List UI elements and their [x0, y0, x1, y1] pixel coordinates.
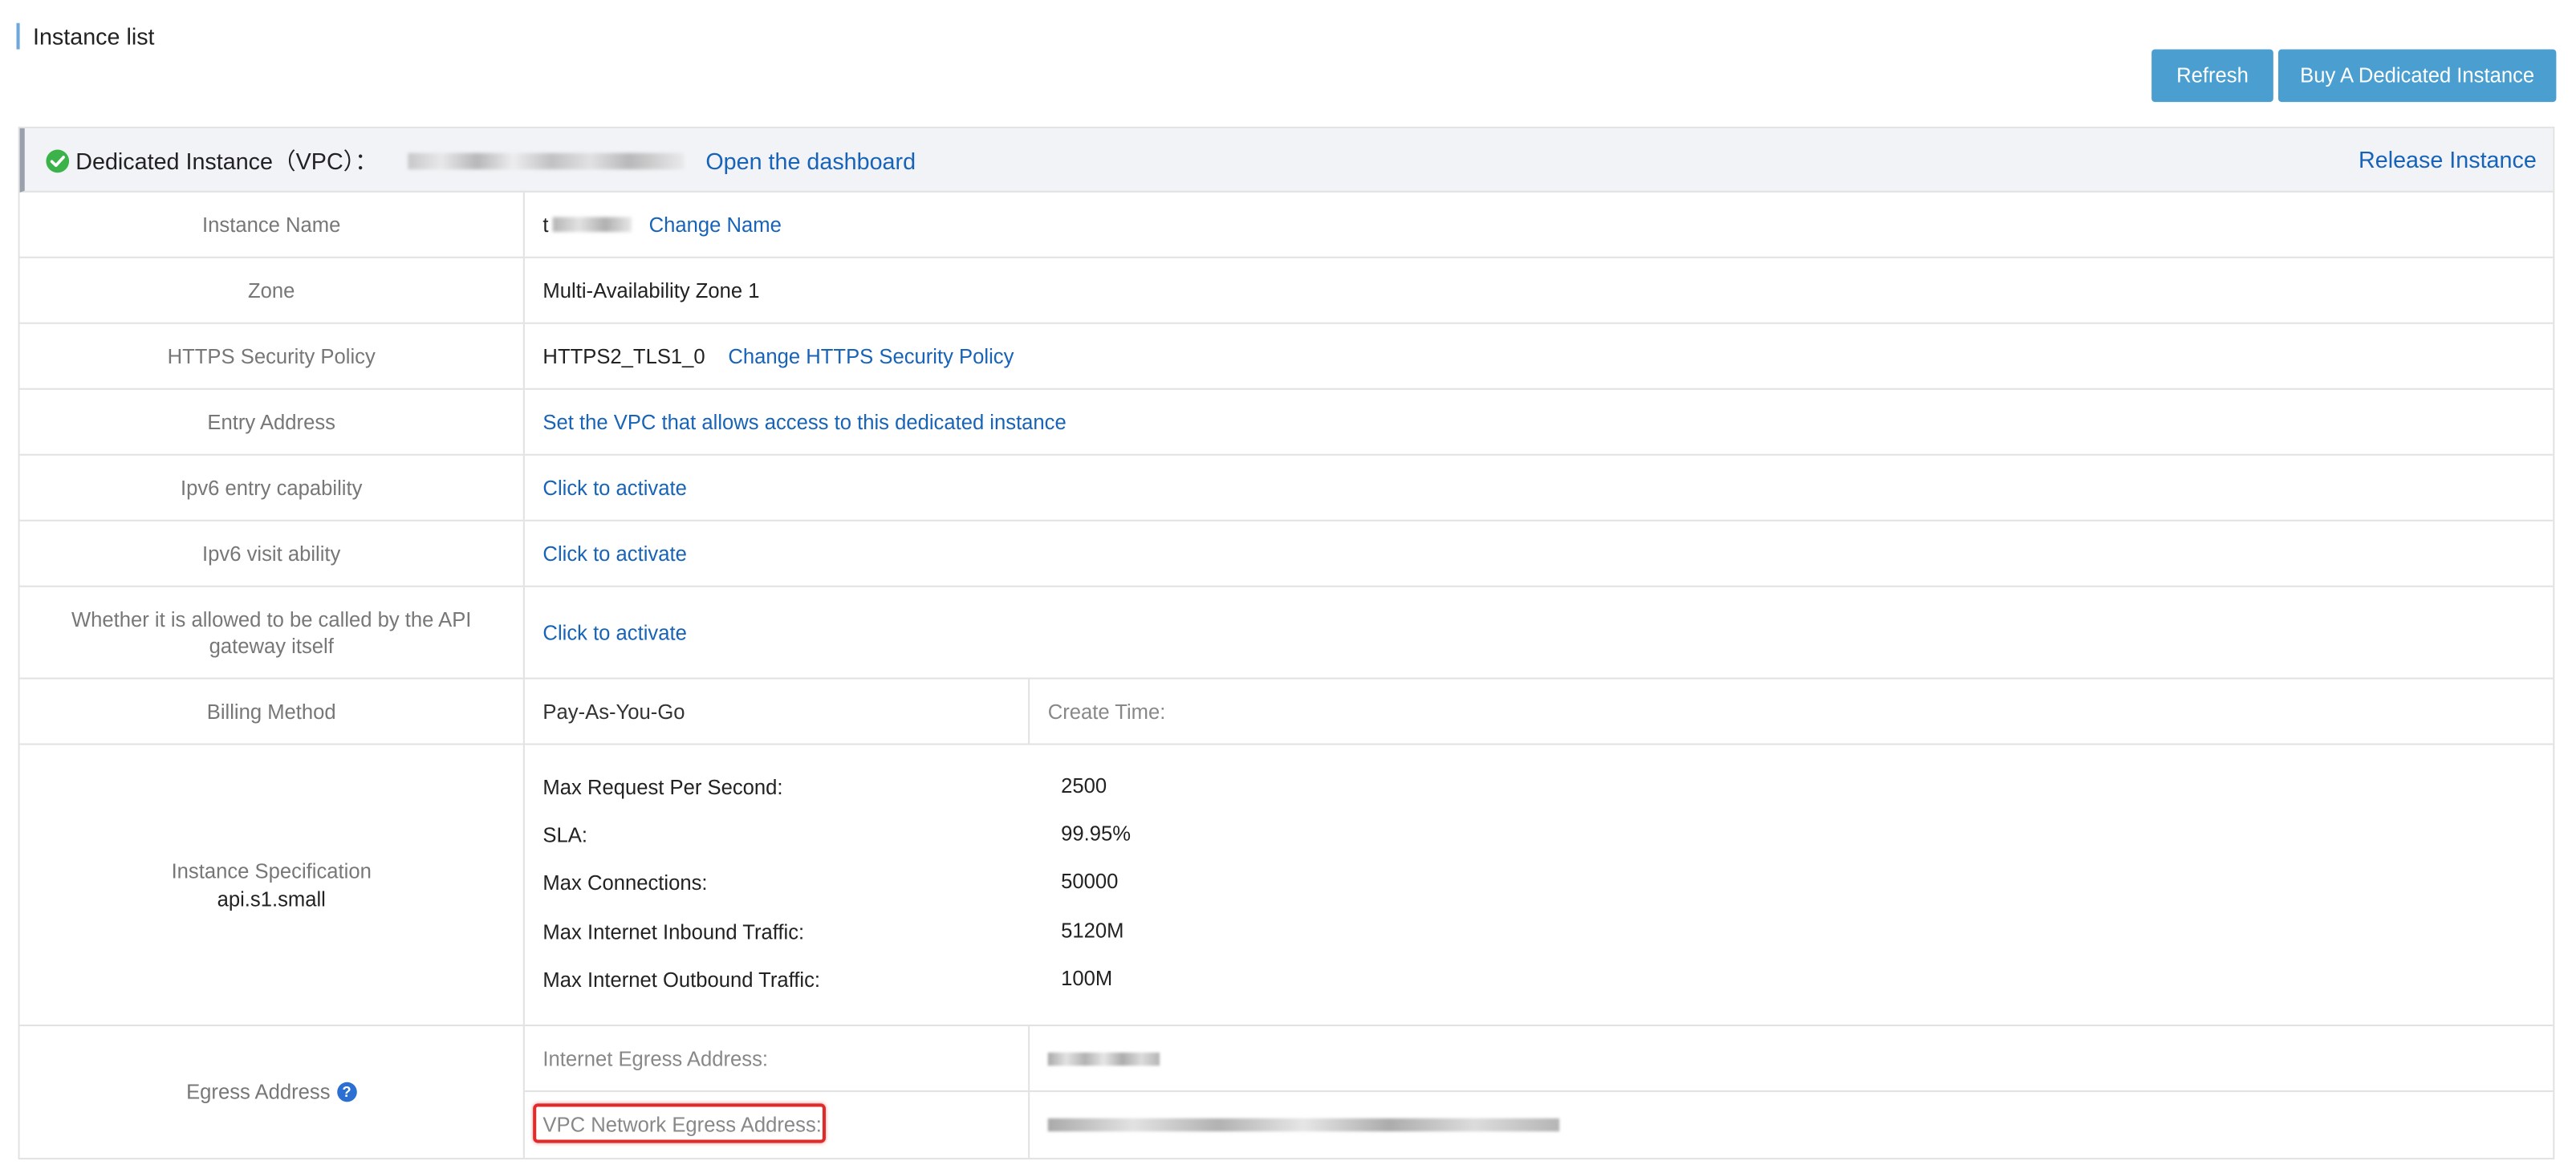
page-title: Instance list — [16, 22, 155, 50]
internet-egress-label: Internet Egress Address: — [542, 1046, 769, 1070]
instance-name-label: Instance Name — [20, 192, 525, 257]
instance-id-redacted — [408, 152, 685, 170]
table-row: Whether it is allowed to be called by th… — [19, 586, 2554, 680]
spec-value: 2500 — [1061, 774, 1107, 798]
zone-value: Multi-Availability Zone 1 — [542, 278, 760, 302]
question-icon[interactable]: ? — [336, 1082, 357, 1102]
table-row: Ipv6 entry capability Click to activate — [19, 455, 2554, 522]
self-call-label: Whether it is allowed to be called by th… — [20, 586, 525, 678]
spec-list: Max Request Per Second: 2500 SLA: 99.95%… — [525, 745, 2553, 1025]
instance-heading: Dedicated Instance（VPC）： — [75, 148, 378, 175]
ipv6-visit-label: Ipv6 visit ability — [20, 521, 525, 586]
change-name-link[interactable]: Change Name — [649, 213, 782, 236]
set-vpc-access-link[interactable]: Set the VPC that allows access to this d… — [542, 410, 1066, 433]
table-row: Ipv6 visit ability Click to activate — [19, 521, 2554, 587]
activate-ipv6-visit-link[interactable]: Click to activate — [542, 542, 686, 565]
entry-address-label: Entry Address — [20, 389, 525, 454]
table-row: Instance Name t Change Name — [19, 192, 2554, 258]
buy-dedicated-instance-button[interactable]: Buy A Dedicated Instance — [2277, 49, 2557, 103]
activate-ipv6-entry-link[interactable]: Click to activate — [542, 476, 686, 499]
spec-key: Max Internet Inbound Traffic: — [542, 920, 805, 944]
table-row: Instance Specification api.s1.small Max … — [19, 745, 2554, 1027]
table-row: Zone Multi-Availability Zone 1 — [19, 258, 2554, 324]
spec-key: SLA: — [542, 823, 588, 847]
spec-value: 5120M — [1061, 919, 1124, 943]
internet-egress-redacted — [1047, 1051, 1160, 1065]
zone-label: Zone — [20, 258, 525, 323]
instance-panel: Dedicated Instance（VPC）： Open the dashbo… — [18, 126, 2555, 1160]
table-row: Entry Address Set the VPC that allows ac… — [19, 389, 2554, 456]
spec-value: 50000 — [1061, 870, 1119, 894]
spec-value: 100M — [1061, 967, 1113, 990]
create-time-label: Create Time: — [1047, 700, 1166, 723]
billing-method-value: Pay-As-You-Go — [542, 700, 685, 723]
ipv6-entry-label: Ipv6 entry capability — [20, 455, 525, 520]
instance-name-value: t — [542, 213, 549, 237]
release-instance-link[interactable]: Release Instance — [2359, 146, 2537, 172]
egress-address-title: Egress Address — [186, 1080, 331, 1104]
instance-panel-header: Dedicated Instance（VPC）： Open the dashbo… — [19, 128, 2554, 193]
spec-key: Max Request Per Second: — [542, 776, 783, 800]
spec-value: 99.95% — [1061, 822, 1132, 846]
egress-address-label: Egress Address ? — [20, 1026, 525, 1159]
instance-spec-label: Instance Specification api.s1.small — [20, 745, 525, 1025]
https-policy-label: HTTPS Security Policy — [20, 323, 525, 388]
open-dashboard-link[interactable]: Open the dashboard — [705, 148, 916, 174]
table-row: Egress Address ? Internet Egress Address… — [20, 1026, 2554, 1159]
table-row: HTTPS Security Policy HTTPS2_TLS1_0 Chan… — [19, 323, 2554, 390]
spec-key: Max Connections: — [542, 871, 708, 895]
activate-self-call-link[interactable]: Click to activate — [542, 621, 686, 644]
instance-name-redacted — [553, 217, 633, 233]
refresh-button[interactable]: Refresh — [2151, 49, 2273, 103]
https-policy-value: HTTPS2_TLS1_0 — [542, 344, 705, 368]
table-row: Billing Method Pay-As-You-Go Create Time… — [19, 679, 2554, 745]
success-check-icon — [46, 149, 70, 173]
vpc-egress-redacted — [1047, 1118, 1560, 1132]
instance-spec-title: Instance Specification — [171, 859, 372, 883]
billing-method-label: Billing Method — [20, 679, 525, 744]
highlight-box — [533, 1103, 826, 1143]
instance-spec-type: api.s1.small — [217, 887, 326, 911]
change-https-policy-link[interactable]: Change HTTPS Security Policy — [728, 344, 1014, 367]
spec-key: Max Internet Outbound Traffic: — [542, 968, 821, 992]
